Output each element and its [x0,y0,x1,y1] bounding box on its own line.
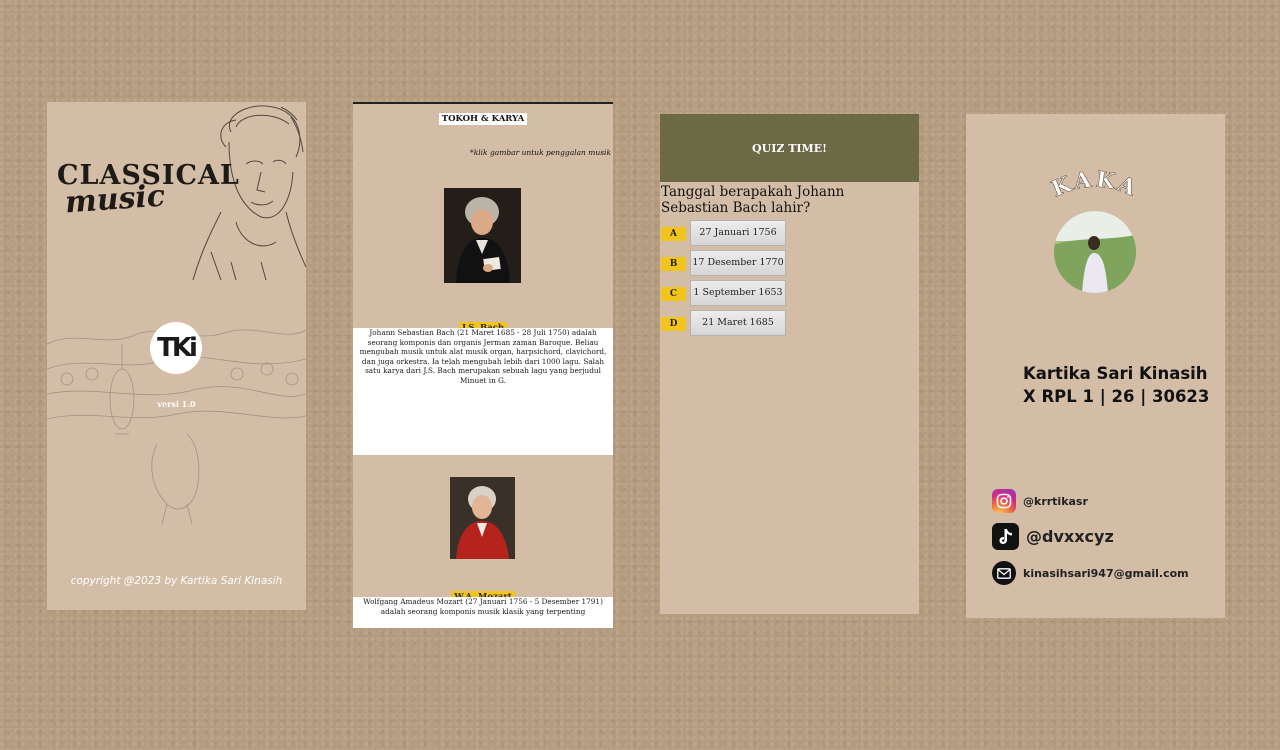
figures-header: TOKOH & KARYA [353,106,613,125]
answer-button-a[interactable]: 27 Januari 1756 [690,220,786,246]
figures-screen: TOKOH & KARYA *klik gambar untuk penggal… [353,102,613,628]
email-icon [992,561,1016,585]
instagram-handle: @krrtikasr [1023,494,1088,508]
quiz-screen: QUIZ TIME! Tanggal berapakah Johann Seba… [660,114,919,614]
email-address: kinasihsari947@gmail.com [1023,566,1189,580]
avatar [1054,211,1136,293]
mozart-bio-text: Wolfgang Amadeus Mozart (27 Januari 1756… [353,597,613,628]
option-letter-c: C [661,287,686,301]
quiz-question: Tanggal berapakah Johann Sebastian Bach … [661,184,845,216]
app-logo: TKi [150,322,202,374]
instagram-icon [992,489,1016,513]
option-letter-b: B [661,257,686,271]
copyright-text: copyright @2023 by Kartika Sari Kinasih [70,575,283,587]
profile-screen: KAKA Kartika Sari Kinasih X RPL 1 | 26 |… [966,114,1225,618]
bach-portrait-image[interactable] [444,188,521,283]
app-title-music: music [63,178,167,221]
tiktok-link[interactable]: @dvxxcyz [992,523,1114,550]
profile-class-info: X RPL 1 | 26 | 30623 [1023,387,1210,406]
option-letter-a: A [661,227,686,241]
profile-name: Kartika Sari Kinasih [1023,364,1208,383]
svg-text:KAKA: KAKA [1048,166,1142,202]
answer-button-d[interactable]: 21 Maret 1685 [690,310,786,336]
option-letter-d: D [661,317,686,331]
email-link[interactable]: kinasihsari947@gmail.com [992,561,1189,585]
brand-text: KAKA [1048,166,1140,203]
tiktok-handle: @dvxxcyz [1026,527,1114,546]
version-label: versi 1.0 [157,399,196,409]
figures-header-label: TOKOH & KARYA [438,113,528,125]
brand-logo: KAKA [1048,166,1142,203]
tiktok-icon [992,523,1019,550]
tap-image-hint: *klik gambar untuk penggalan musik [469,148,611,157]
answer-button-b[interactable]: 17 Desember 1770 [690,250,786,276]
answer-button-c[interactable]: 1 September 1653 [690,280,786,306]
splash-screen: CLASSICAL music TKi versi 1.0 copyright … [47,102,306,610]
bach-bio-text: Johann Sebastian Bach (21 Maret 1685 - 2… [353,328,613,455]
mozart-portrait-image[interactable] [450,477,515,559]
quiz-header: QUIZ TIME! [660,114,919,182]
composer-portrait-sketch [192,105,306,280]
instagram-link[interactable]: @krrtikasr [992,489,1088,513]
